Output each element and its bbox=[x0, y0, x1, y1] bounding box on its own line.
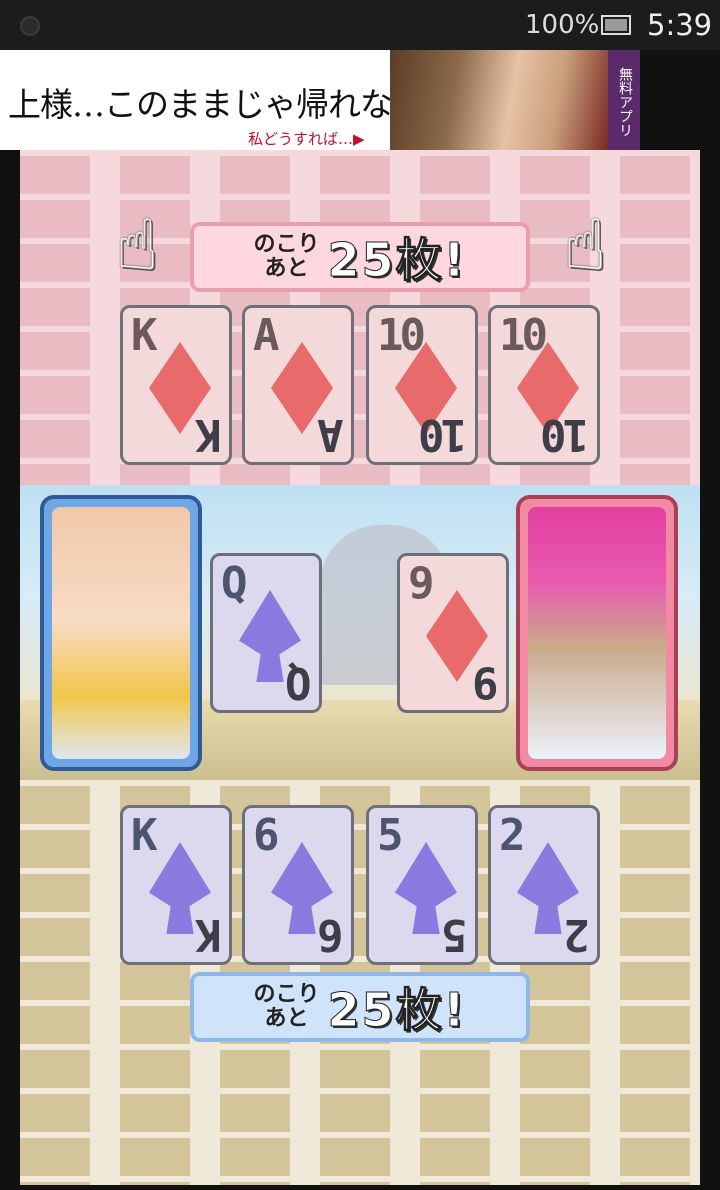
card-rank-inverted: 9 bbox=[475, 657, 499, 708]
opponent-card: 10 10 bbox=[366, 305, 478, 465]
opponent-character-art bbox=[528, 507, 666, 759]
player-remaining-banner: のこり あと 25枚! bbox=[190, 972, 530, 1042]
clock: 5:39 bbox=[647, 8, 713, 42]
card-rank: 2 bbox=[499, 810, 525, 861]
ad-headline: 上様…このままじゃ帰れない bbox=[8, 85, 425, 124]
card-rank-inverted: K bbox=[198, 909, 222, 960]
battery-icon bbox=[601, 15, 631, 35]
player-card[interactable]: 2 2 bbox=[488, 805, 600, 965]
opponent-card: 10 10 bbox=[488, 305, 600, 465]
opponent-remaining-banner: のこり あと 25枚! bbox=[190, 222, 530, 292]
card-rank-inverted: Q bbox=[288, 657, 312, 708]
player-remaining-prefix: のこり あと bbox=[253, 982, 320, 1031]
player-card[interactable]: K K bbox=[120, 805, 232, 965]
card-rank-inverted: A bbox=[320, 409, 344, 460]
card-rank: K bbox=[131, 310, 157, 361]
player-card[interactable]: 6 6 bbox=[242, 805, 354, 965]
card-rank: 9 bbox=[408, 558, 434, 609]
game-board: ☝ のこり あと 25枚! ☝ K K A A 10 10 10 10 Q Q … bbox=[20, 150, 700, 1185]
ad-banner[interactable]: 上様…このままじゃ帰れない 私どうすれば…▶ 無料アプリ bbox=[0, 50, 640, 150]
player-portrait bbox=[40, 495, 202, 771]
card-rank: 10 bbox=[377, 310, 426, 361]
card-rank: 6 bbox=[253, 810, 279, 861]
ad-tag: 無料アプリ bbox=[608, 50, 640, 150]
card-rank: 10 bbox=[499, 310, 548, 361]
ad-image bbox=[390, 50, 608, 150]
opponent-remaining-prefix: のこり あと bbox=[253, 232, 320, 281]
opponent-card: A A bbox=[242, 305, 354, 465]
opponent-portrait bbox=[516, 495, 678, 771]
notification-icon bbox=[20, 16, 40, 36]
card-rank-inverted: 6 bbox=[320, 909, 344, 960]
field-card-right[interactable]: 9 9 bbox=[397, 553, 509, 713]
player-character-art bbox=[52, 507, 190, 759]
card-rank-inverted: 10 bbox=[544, 409, 589, 460]
card-rank-inverted: 5 bbox=[444, 909, 468, 960]
card-rank: Q bbox=[221, 558, 247, 609]
battery-percent: 100% bbox=[525, 10, 600, 40]
opponent-remaining-count: 25枚! bbox=[327, 233, 467, 288]
opponent-card: K K bbox=[120, 305, 232, 465]
status-bar: 100% 5:39 bbox=[0, 0, 720, 50]
card-rank-inverted: 10 bbox=[422, 409, 467, 460]
card-rank: 5 bbox=[377, 810, 403, 861]
card-rank: K bbox=[131, 810, 157, 861]
pointing-hand-icon: ☝ bbox=[563, 204, 607, 286]
ad-subline: 私どうすれば…▶ bbox=[248, 130, 365, 148]
player-card[interactable]: 5 5 bbox=[366, 805, 478, 965]
player-remaining-count: 25枚! bbox=[327, 983, 467, 1038]
field-card-left[interactable]: Q Q bbox=[210, 553, 322, 713]
card-rank-inverted: 2 bbox=[566, 909, 590, 960]
card-rank: A bbox=[253, 310, 279, 361]
card-rank-inverted: K bbox=[198, 409, 222, 460]
pointing-hand-icon: ☝ bbox=[115, 204, 159, 286]
